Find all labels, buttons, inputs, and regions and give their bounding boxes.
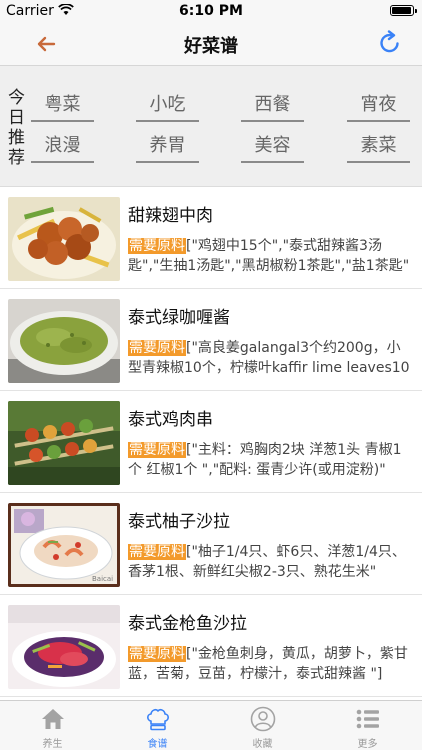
clock: 6:10 PM [179,3,243,19]
tag-western[interactable]: 西餐 [241,92,304,122]
tab-label: 收藏 [252,739,273,750]
tag-stomach[interactable]: 养胃 [136,133,199,163]
tag-late-night[interactable]: 宵夜 [347,92,410,122]
chef-hat-icon [147,708,169,731]
recipe-thumbnail: Baicai [8,503,120,587]
tab-label: 更多 [357,739,378,750]
tag-beauty[interactable]: 美容 [241,133,304,163]
tab-label: 养生 [42,739,63,750]
tag-snacks[interactable]: 小吃 [136,92,199,122]
tab-bar: 养生 食谱 收藏 更多 [0,700,422,750]
ingredients-badge: 需要原料 [128,238,186,254]
tab-label: 食谱 [147,739,168,750]
recipe-ingredients: 需要原料["鸡翅中15个","泰式甜辣酱3汤匙","生抽1汤匙","黑胡椒粉1茶… [128,236,410,276]
recipe-ingredients: 需要原料["柚子1/4只、虾6只、洋葱1/4只、香茅1根、新鲜红尖椒2-3只、熟… [128,542,410,582]
recipe-list: 甜辣翅中肉 需要原料["鸡翅中15个","泰式甜辣酱3汤匙","生抽1汤匙","… [0,187,422,700]
tab-favorites[interactable]: 收藏 [210,701,315,750]
tab-health[interactable]: 养生 [0,701,105,750]
svg-text:Baicai: Baicai [92,575,113,583]
recipe-item[interactable]: 甜辣翅中肉 需要原料["鸡翅中15个","泰式甜辣酱3汤匙","生抽1汤匙","… [0,187,422,289]
navigation-bar: 好菜谱 [0,22,422,66]
ingredients-badge: 需要原料 [128,544,186,560]
list-icon [356,709,379,729]
tab-recipes[interactable]: 食谱 [105,701,210,750]
battery-icon [390,5,417,16]
recipe-thumbnail [8,299,120,383]
recipe-name: 甜辣翅中肉 [128,206,213,226]
recipe-thumbnail [8,197,120,281]
recipe-item[interactable]: 泰式绿咖喱酱 需要原料["高良姜galangal3个约200g，小型青辣椒10个… [0,289,422,391]
recommend-panel: 今日推荐 粤菜 小吃 西餐 宵夜 浪漫 养胃 美容 素菜 [0,66,422,187]
refresh-icon[interactable] [378,30,402,56]
ingredients-badge: 需要原料 [128,442,186,458]
recipe-item[interactable]: Baicai 泰式柚子沙拉 需要原料["柚子1/4只、虾6只、洋葱1/4只、香茅… [0,493,422,595]
tab-more[interactable]: 更多 [315,701,420,750]
recommend-label: 今日推荐 [8,88,25,168]
recipe-name: 泰式绿咖喱酱 [128,308,230,328]
tag-cantonese[interactable]: 粤菜 [31,92,94,122]
recipe-name: 泰式金枪鱼沙拉 [128,614,247,634]
tag-vegetarian[interactable]: 素菜 [347,133,410,163]
recipe-item[interactable]: 泰式鸡肉串 需要原料["主料：鸡胸肉2块 洋葱1头 青椒1个 红椒1个 ","配… [0,391,422,493]
recipe-item[interactable]: 泰式金枪鱼沙拉 需要原料["金枪鱼刺身，黄瓜，胡萝卜，紫甘蓝，苦菊，豆苗，柠檬汁… [0,595,422,697]
recipe-thumbnail [8,605,120,689]
ingredients-badge: 需要原料 [128,340,186,356]
status-bar: Carrier 6:10 PM [0,0,422,22]
ingredients-badge: 需要原料 [128,646,186,662]
recipe-name: 泰式柚子沙拉 [128,512,230,532]
recipe-thumbnail [8,401,120,485]
home-icon [42,709,64,729]
recipe-ingredients: 需要原料["金枪鱼刺身，黄瓜，胡萝卜，紫甘蓝，苦菊，豆苗，柠檬汁，泰式甜辣酱 "… [128,644,410,684]
recipe-ingredients: 需要原料["高良姜galangal3个约200g，小型青辣椒10个，柠檬叶kaf… [128,338,410,378]
tag-romantic[interactable]: 浪漫 [31,133,94,163]
user-icon [250,706,276,732]
recipe-ingredients: 需要原料["主料：鸡胸肉2块 洋葱1头 青椒1个 红椒1个 ","配料: 蛋青少… [128,440,410,480]
page-title: 好菜谱 [184,36,238,57]
recipe-name: 泰式鸡肉串 [128,410,213,430]
